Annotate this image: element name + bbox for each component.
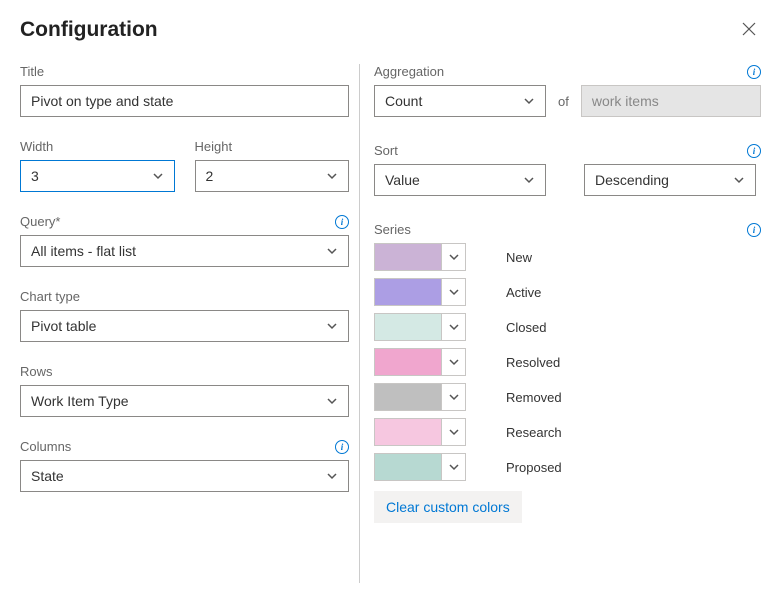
aggregation-select[interactable]: Count <box>374 85 546 117</box>
height-label: Height <box>195 139 233 154</box>
series-item: Resolved <box>374 348 761 376</box>
series-item-label: Closed <box>506 320 546 335</box>
info-icon[interactable]: i <box>747 65 761 79</box>
color-swatch <box>375 384 441 410</box>
series-color-picker[interactable] <box>374 418 466 446</box>
series-item-label: Proposed <box>506 460 562 475</box>
aggregation-label: Aggregation <box>374 64 444 79</box>
title-label: Title <box>20 64 44 79</box>
series-item: Proposed <box>374 453 761 481</box>
series-item-label: New <box>506 250 532 265</box>
height-value: 2 <box>206 168 214 184</box>
aggregation-value: Count <box>385 93 422 109</box>
aggregation-of-select: work items <box>581 85 761 117</box>
color-swatch <box>375 314 441 340</box>
chevron-down-icon <box>326 395 338 407</box>
chart-type-value: Pivot table <box>31 318 96 334</box>
chevron-down-icon <box>152 170 164 182</box>
chevron-down-icon <box>448 321 460 333</box>
columns-value: State <box>31 468 64 484</box>
close-button[interactable] <box>741 21 761 40</box>
rows-label: Rows <box>20 364 53 379</box>
sort-field-select[interactable]: Value <box>374 164 546 196</box>
color-caret <box>441 384 465 410</box>
series-color-picker[interactable] <box>374 453 466 481</box>
sort-label: Sort <box>374 143 398 158</box>
series-item: Research <box>374 418 761 446</box>
series-color-picker[interactable] <box>374 383 466 411</box>
info-icon[interactable]: i <box>335 215 349 229</box>
series-label: Series <box>374 222 411 237</box>
series-color-picker[interactable] <box>374 313 466 341</box>
sort-direction-select[interactable]: Descending <box>584 164 756 196</box>
chevron-down-icon <box>326 170 338 182</box>
color-caret <box>441 314 465 340</box>
chart-type-label: Chart type <box>20 289 80 304</box>
chevron-down-icon <box>326 245 338 257</box>
chevron-down-icon <box>448 461 460 473</box>
info-icon[interactable]: i <box>747 144 761 158</box>
clear-custom-colors-button[interactable]: Clear custom colors <box>374 491 522 523</box>
chevron-down-icon <box>326 320 338 332</box>
series-item: Removed <box>374 383 761 411</box>
series-item: New <box>374 243 761 271</box>
query-label: Query* <box>20 214 60 229</box>
info-icon[interactable]: i <box>335 440 349 454</box>
close-icon <box>741 21 757 37</box>
chevron-down-icon <box>523 95 535 107</box>
sort-field-value: Value <box>385 172 420 188</box>
height-select[interactable]: 2 <box>195 160 350 192</box>
chevron-down-icon <box>448 356 460 368</box>
color-caret <box>441 419 465 445</box>
rows-value: Work Item Type <box>31 393 129 409</box>
chevron-down-icon <box>523 174 535 186</box>
color-swatch <box>375 279 441 305</box>
rows-select[interactable]: Work Item Type <box>20 385 349 417</box>
series-item: Active <box>374 278 761 306</box>
chevron-down-icon <box>733 174 745 186</box>
series-item-label: Active <box>506 285 541 300</box>
color-swatch <box>375 349 441 375</box>
series-item-label: Research <box>506 425 562 440</box>
sort-direction-value: Descending <box>595 172 669 188</box>
series-color-picker[interactable] <box>374 243 466 271</box>
chevron-down-icon <box>448 251 460 263</box>
chevron-down-icon <box>326 470 338 482</box>
color-caret <box>441 279 465 305</box>
columns-label: Columns <box>20 439 71 454</box>
query-select[interactable]: All items - flat list <box>20 235 349 267</box>
color-swatch <box>375 454 441 480</box>
color-caret <box>441 244 465 270</box>
chevron-down-icon <box>448 391 460 403</box>
color-swatch <box>375 244 441 270</box>
width-value: 3 <box>31 168 39 184</box>
query-value: All items - flat list <box>31 243 136 259</box>
series-item-label: Removed <box>506 390 562 405</box>
aggregation-of-value: work items <box>592 93 659 109</box>
width-select[interactable]: 3 <box>20 160 175 192</box>
series-color-picker[interactable] <box>374 278 466 306</box>
chevron-down-icon <box>448 426 460 438</box>
chevron-down-icon <box>448 286 460 298</box>
color-swatch <box>375 419 441 445</box>
chart-type-select[interactable]: Pivot table <box>20 310 349 342</box>
columns-select[interactable]: State <box>20 460 349 492</box>
of-label: of <box>558 94 569 109</box>
width-label: Width <box>20 139 53 154</box>
color-caret <box>441 349 465 375</box>
series-color-picker[interactable] <box>374 348 466 376</box>
color-caret <box>441 454 465 480</box>
info-icon[interactable]: i <box>747 223 761 237</box>
series-item: Closed <box>374 313 761 341</box>
series-item-label: Resolved <box>506 355 560 370</box>
title-input[interactable] <box>20 85 349 117</box>
page-title: Configuration <box>20 18 158 42</box>
